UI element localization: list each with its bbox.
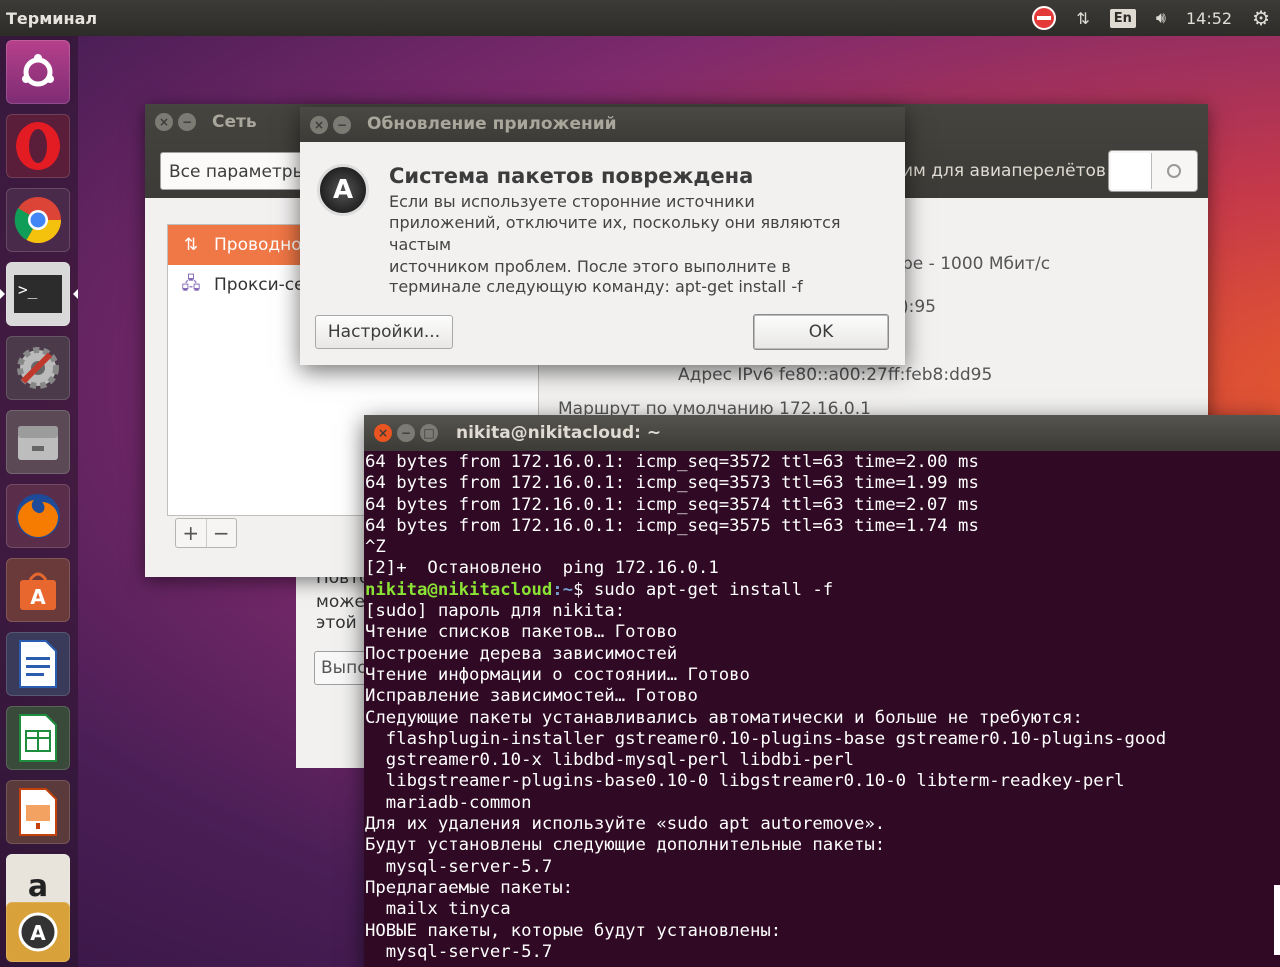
- update-manager-icon[interactable]: A: [6, 902, 70, 962]
- svg-text:A: A: [30, 585, 46, 609]
- terminal-line: НОВЫЕ пакеты, которые будут установлены:: [365, 920, 782, 941]
- terminal-line: Будут установлены следующие дополнительн…: [365, 835, 886, 856]
- ubuntu-dash-icon[interactable]: [6, 40, 70, 104]
- prompt-command: $ sudo apt-get install -f: [573, 579, 834, 600]
- active-app-title: Терминал: [6, 8, 98, 28]
- dialog-message-line: приложений, отключите их, поскольку они …: [389, 213, 841, 232]
- airplane-mode-switch[interactable]: [1108, 150, 1198, 192]
- file-manager-icon[interactable]: [6, 410, 70, 474]
- dialog-message-line: источником проблем. После этого выполнит…: [389, 257, 791, 276]
- software-center-icon[interactable]: A: [6, 558, 70, 622]
- terminal-line: mariadb-common: [365, 792, 532, 813]
- terminal-prompt-line: nikita@nikitacloud:~$ sudo apt-get insta…: [365, 580, 1280, 601]
- close-icon[interactable]: ×: [374, 424, 392, 442]
- system-settings-icon[interactable]: [6, 336, 70, 400]
- terminal-line: mysql-server-5.7: [365, 941, 553, 962]
- clock[interactable]: 14:52: [1186, 9, 1232, 28]
- network-arrows-icon[interactable]: ⇅: [1076, 9, 1089, 28]
- dialog-message-line: Если вы используете сторонние источники: [389, 192, 755, 211]
- minimize-icon[interactable]: −: [333, 116, 351, 134]
- keyboard-lang-label: En: [1109, 8, 1136, 28]
- terminal-line: Следующие пакеты устанавливались автомат…: [365, 707, 1083, 728]
- launcher: >_ A a A: [0, 36, 78, 967]
- terminal-line: 64 bytes from 172.16.0.1: icmp_seq=3573 …: [365, 473, 979, 494]
- software-updater-dialog: × − Обновление приложений A Система паке…: [300, 107, 905, 365]
- active-arrow-left: [0, 289, 5, 299]
- terminal-line: libgstreamer-plugins-base0.10-0 libgstre…: [365, 771, 1125, 792]
- remove-connection-button[interactable]: −: [205, 519, 237, 547]
- close-icon[interactable]: ×: [310, 116, 328, 134]
- all-settings-button[interactable]: Все параметры: [160, 152, 310, 190]
- firefox-icon[interactable]: [6, 484, 70, 548]
- dialog-message-line: терминале следующую команду: apt-get ins…: [389, 277, 803, 296]
- maximize-icon[interactable]: □: [420, 424, 438, 442]
- terminal-line: mailx tinyca: [365, 899, 511, 920]
- terminal-title: nikita@nikitacloud: ~: [456, 423, 662, 443]
- svg-text:A: A: [30, 921, 46, 945]
- ipv6-address: Адрес IPv6 fe80::a00:27ff:feb8:dd95: [678, 365, 993, 385]
- terminal-line: ^Z: [365, 537, 386, 558]
- libreoffice-calc-icon[interactable]: [6, 706, 70, 770]
- terminal-icon[interactable]: >_: [6, 262, 70, 326]
- top-panel: Терминал ⇅ En 🔊︎ 14:52 ⚙: [0, 0, 1280, 36]
- link-speed: ре - 1000 Мбит/с: [902, 254, 1051, 274]
- dialog-titlebar: × − Обновление приложений: [300, 107, 905, 142]
- settings-button[interactable]: Настройки...: [315, 315, 453, 349]
- sidebar-controls: + −: [175, 518, 237, 548]
- ok-button[interactable]: OK: [753, 314, 889, 350]
- dialog-heading: Система пакетов повреждена: [389, 164, 754, 188]
- minimize-icon[interactable]: −: [178, 113, 196, 131]
- dialog-title: Обновление приложений: [367, 114, 617, 134]
- proxy-network-icon: 🖧: [181, 273, 201, 294]
- keyboard-lang-indicator[interactable]: En: [1109, 8, 1136, 28]
- chrome-icon[interactable]: [6, 188, 70, 252]
- minimize-icon[interactable]: −: [397, 424, 415, 442]
- terminal-line: mysql-server-5.7: [365, 856, 553, 877]
- network-window-title: Сеть: [212, 112, 257, 132]
- terminal-line: flashplugin-installer gstreamer0.10-plug…: [365, 728, 1167, 749]
- terminal-line: [2]+ Остановлено ping 172.16.0.1: [365, 558, 719, 579]
- software-updater-icon: A: [317, 164, 369, 216]
- terminal-line: [sudo] пароль для nikita:: [365, 601, 626, 622]
- terminal-line: Чтение списков пакетов… Готово: [365, 622, 678, 643]
- terminal-line: gstreamer0.10-x libdbd-mysql-perl libdbi…: [365, 750, 854, 771]
- libreoffice-writer-icon[interactable]: [6, 632, 70, 696]
- terminal-line: 64 bytes from 172.16.0.1: icmp_seq=3572 …: [365, 452, 979, 472]
- terminal-titlebar: × − □ nikita@nikitacloud: ~: [364, 415, 1280, 451]
- terminal-line: Для их удаления используйте «sudo apt au…: [365, 814, 886, 835]
- terminal-line: 64 bytes from 172.16.0.1: icmp_seq=3574 …: [365, 494, 979, 515]
- dialog-message-line: частым: [389, 235, 452, 254]
- close-icon[interactable]: ×: [155, 113, 173, 131]
- add-connection-button[interactable]: +: [176, 519, 206, 547]
- terminal-scrollbar[interactable]: [1274, 885, 1280, 955]
- gear-icon[interactable]: ⚙: [1252, 6, 1270, 30]
- airplane-mode-label: им для авиаперелётов: [902, 161, 1106, 181]
- background-dialog-text: може: [316, 592, 365, 612]
- network-arrows-icon: ⇅: [183, 235, 199, 255]
- terminal-line: Построение дерева зависимостей: [365, 643, 678, 664]
- terminal-line: Чтение информации о состоянии… Готово: [365, 664, 750, 685]
- prompt-path: :~: [552, 579, 574, 600]
- terminal-line: Исправление зависимостей… Готово: [365, 686, 698, 707]
- sidebar-item-label: Проводное: [214, 235, 313, 255]
- terminal-line: Предлагаемые пакеты:: [365, 877, 574, 898]
- opera-icon[interactable]: [6, 114, 70, 178]
- active-arrow-right: [73, 289, 78, 299]
- prompt-user: nikita@nikitacloud: [365, 579, 553, 600]
- stop-icon[interactable]: [1032, 6, 1057, 30]
- background-dialog-text: этой: [316, 613, 357, 633]
- indicator-area: ⇅ En 🔊︎ 14:52 ⚙: [1022, 0, 1280, 36]
- terminal-window[interactable]: × − □ nikita@nikitacloud: ~ 64 bytes fro…: [364, 415, 1280, 967]
- terminal-output[interactable]: 64 bytes from 172.16.0.1: icmp_seq=3572 …: [365, 452, 1280, 963]
- libreoffice-impress-icon[interactable]: [6, 780, 70, 844]
- volume-icon[interactable]: 🔊︎: [1156, 8, 1166, 28]
- hardware-address: ):95: [902, 297, 936, 317]
- terminal-line: 64 bytes from 172.16.0.1: icmp_seq=3575 …: [365, 515, 979, 536]
